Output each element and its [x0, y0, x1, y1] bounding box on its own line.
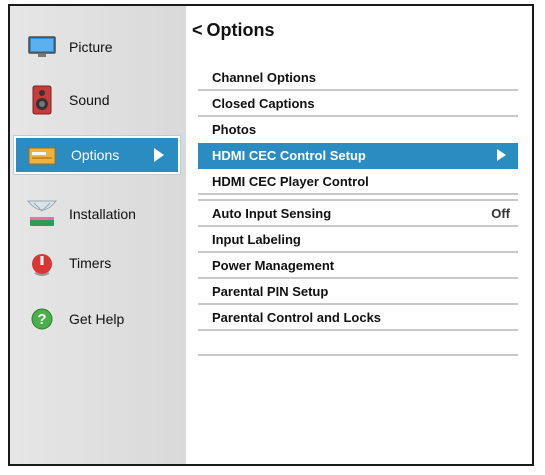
- menu-item-label: Power Management: [212, 258, 335, 273]
- sidebar-item-get-help[interactable]: ? Get Help: [14, 300, 180, 338]
- menu-item-label: Channel Options: [212, 70, 316, 85]
- menu-item-closed-captions[interactable]: Closed Captions: [198, 91, 518, 117]
- menu-item-photos[interactable]: Photos: [198, 117, 518, 143]
- chevron-right-icon: [497, 149, 506, 161]
- sidebar-item-label: Options: [71, 147, 120, 163]
- options-panel: < Options Channel Options Closed Captions…: [186, 6, 532, 464]
- sidebar: Picture Sound Options Installation Timer…: [10, 6, 186, 464]
- satellite-dish-icon: [26, 197, 58, 234]
- menu-item-label: Closed Captions: [212, 96, 315, 111]
- sidebar-item-installation[interactable]: Installation: [14, 195, 180, 233]
- page-title-text: Options: [206, 20, 275, 40]
- sidebar-item-label: Sound: [69, 92, 110, 108]
- menu-item-label: Parental PIN Setup: [212, 284, 329, 299]
- timer-icon: [30, 252, 54, 281]
- speaker-icon: [32, 85, 52, 120]
- menu-item-label: HDMI CEC Player Control: [212, 174, 369, 189]
- menu-item-parental-pin-setup[interactable]: Parental PIN Setup: [198, 279, 518, 305]
- svg-text:?: ?: [37, 311, 46, 328]
- menu-item-value: Off: [491, 206, 510, 221]
- sidebar-item-label: Installation: [69, 206, 136, 222]
- sidebar-item-label: Picture: [69, 39, 113, 55]
- page-title[interactable]: < Options: [192, 20, 275, 41]
- sidebar-item-picture[interactable]: Picture: [14, 28, 180, 66]
- sidebar-item-label: Timers: [69, 255, 112, 271]
- back-chevron-icon: <: [192, 20, 203, 40]
- menu-item-label: HDMI CEC Control Setup: [212, 148, 366, 163]
- sidebar-item-sound[interactable]: Sound: [14, 81, 180, 119]
- tv-icon: [28, 36, 56, 63]
- sidebar-item-label: Get Help: [69, 311, 125, 327]
- menu-item-label: Auto Input Sensing: [212, 206, 332, 221]
- sidebar-item-timers[interactable]: Timers: [14, 244, 180, 282]
- menu-item-power-management[interactable]: Power Management: [198, 253, 518, 279]
- menu-item-channel-options[interactable]: Channel Options: [198, 65, 518, 91]
- menu-item-hdmi-cec-control-setup[interactable]: HDMI CEC Control Setup: [198, 143, 518, 169]
- menu-item-label: Input Labeling: [212, 232, 301, 247]
- options-box-icon: [28, 147, 56, 170]
- settings-window: Picture Sound Options Installation Timer…: [8, 4, 534, 466]
- chevron-right-icon: [154, 148, 164, 162]
- menu-item-input-labeling[interactable]: Input Labeling: [198, 227, 518, 253]
- divider: [198, 354, 518, 356]
- options-menu: Channel Options Closed Captions Photos H…: [198, 65, 518, 331]
- menu-item-parental-control-and-locks[interactable]: Parental Control and Locks: [198, 305, 518, 331]
- menu-item-label: Parental Control and Locks: [212, 310, 382, 325]
- sidebar-item-options[interactable]: Options: [13, 135, 181, 175]
- menu-item-hdmi-cec-player-control[interactable]: HDMI CEC Player Control: [198, 169, 518, 195]
- menu-item-label: Photos: [212, 122, 257, 137]
- help-icon: ?: [30, 307, 54, 336]
- menu-item-auto-input-sensing[interactable]: Auto Input Sensing Off: [198, 201, 518, 227]
